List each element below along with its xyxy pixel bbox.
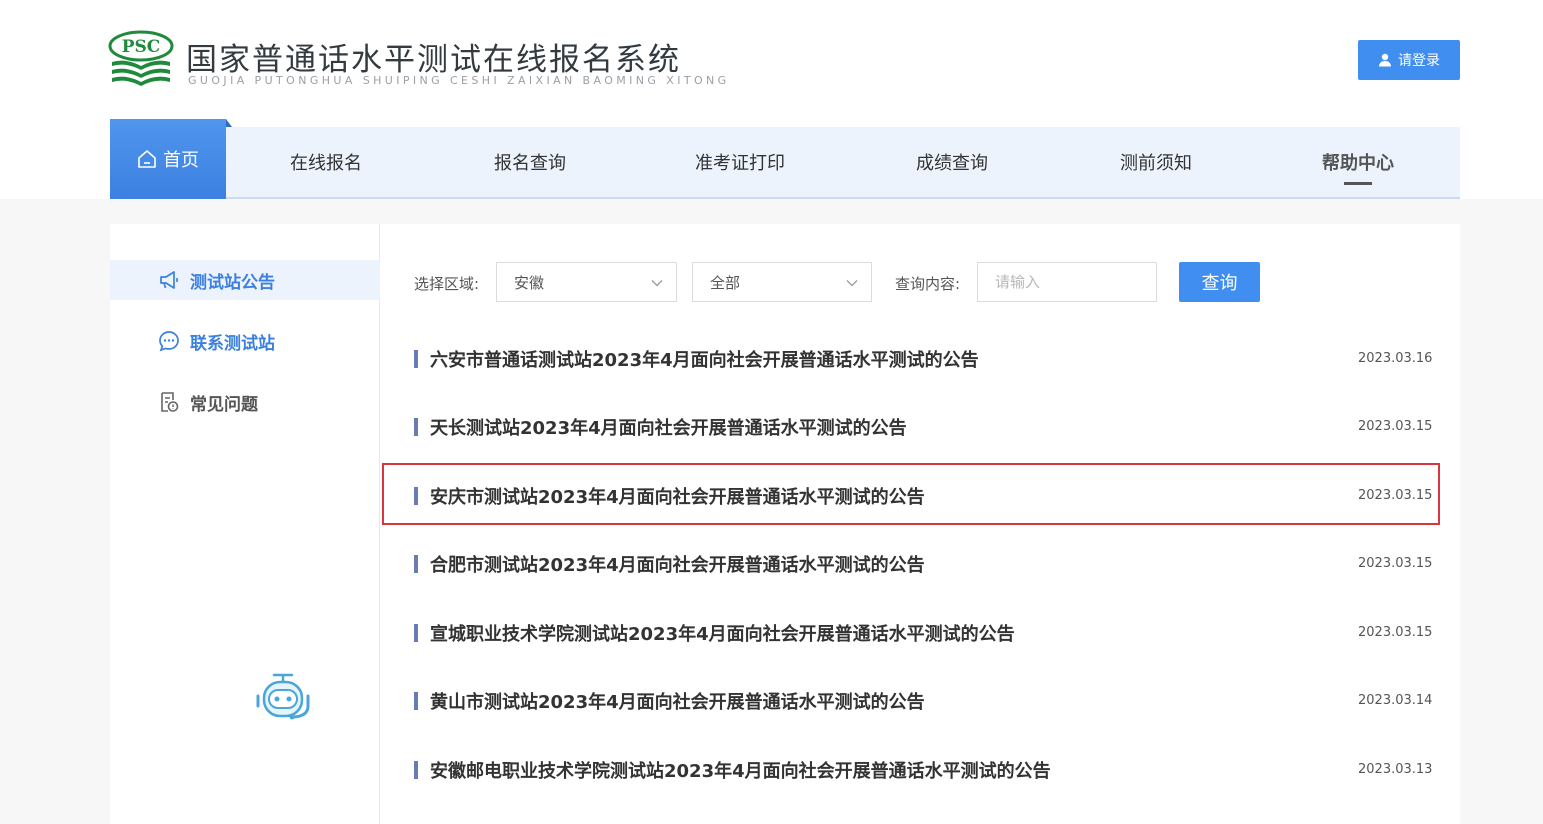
notice-title[interactable]: 安徽邮电职业技术学院测试站2023年4月面向社会开展普通话水平测试的公告 [430, 757, 1051, 783]
nav-test-notice[interactable]: 测前须知 [1100, 127, 1212, 197]
notice-title[interactable]: 六安市普通话测试站2023年4月面向社会开展普通话水平测试的公告 [430, 346, 979, 372]
filter-bar: 选择区域: 安徽 全部 查询内容: 查询 [414, 262, 1314, 304]
nav-registration-query[interactable]: 报名查询 [474, 127, 586, 197]
notice-row[interactable]: 宣城职业技术学院测试站2023年4月面向社会开展普通话水平测试的公告 2023.… [382, 600, 1440, 662]
row-marker [414, 350, 418, 368]
sidebar-item-label: 测试站公告 [190, 272, 275, 293]
notice-date: 2023.03.15 [1358, 625, 1433, 640]
row-marker [414, 418, 418, 436]
notice-date: 2023.03.16 [1358, 351, 1433, 366]
chevron-down-icon [846, 280, 858, 287]
active-underline [1344, 182, 1372, 185]
nav-admission-ticket[interactable]: 准考证打印 [680, 127, 800, 197]
notice-title[interactable]: 黄山市测试站2023年4月面向社会开展普通话水平测试的公告 [430, 688, 925, 714]
row-marker [414, 624, 418, 642]
notice-date: 2023.03.15 [1358, 556, 1433, 571]
chat-icon [159, 331, 179, 352]
notice-row[interactable]: 黄山市测试站2023年4月面向社会开展普通话水平测试的公告 2023.03.14 [382, 668, 1440, 730]
nav-online-registration[interactable]: 在线报名 [270, 127, 382, 197]
notice-row[interactable]: 安徽邮电职业技术学院测试站2023年4月面向社会开展普通话水平测试的公告 202… [382, 737, 1440, 799]
row-marker [414, 555, 418, 573]
query-label: 查询内容: [895, 275, 961, 293]
notice-date: 2023.03.15 [1358, 419, 1433, 434]
notice-title[interactable]: 宣城职业技术学院测试站2023年4月面向社会开展普通话水平测试的公告 [430, 620, 1015, 646]
user-icon [1379, 53, 1391, 67]
main-nav: 首页 在线报名 报名查询 准考证打印 成绩查询 测前须知 帮助中心 [110, 119, 1460, 199]
notice-date: 2023.03.14 [1358, 693, 1433, 708]
psc-logo-icon: PSC [108, 30, 174, 86]
sidebar-item-label: 常见问题 [190, 394, 258, 415]
nav-help-center-label: 帮助中心 [1322, 153, 1394, 174]
faq-document-icon [161, 392, 179, 412]
home-icon [138, 150, 156, 168]
chevron-down-icon [651, 280, 663, 287]
query-input[interactable] [977, 262, 1157, 302]
search-button[interactable]: 查询 [1179, 262, 1260, 302]
row-marker [414, 487, 418, 505]
type-select[interactable]: 全部 [692, 262, 872, 302]
notice-row[interactable]: 合肥市测试站2023年4月面向社会开展普通话水平测试的公告 2023.03.15 [382, 531, 1440, 593]
login-button[interactable]: 请登录 [1358, 40, 1460, 80]
megaphone-icon [160, 271, 178, 289]
nav-home-label: 首页 [163, 150, 199, 171]
notice-title[interactable]: 安庆市测试站2023年4月面向社会开展普通话水平测试的公告 [430, 483, 925, 509]
site-logo[interactable]: PSC 国家普通话水平测试在线报名系统 GUOJIA PUTONGHUA SHU… [108, 28, 726, 94]
row-marker [414, 692, 418, 710]
region-select[interactable]: 安徽 [496, 262, 677, 302]
region-select-value: 安徽 [514, 273, 545, 292]
nav-help-center[interactable]: 帮助中心 [1302, 127, 1414, 197]
notice-title[interactable]: 天长测试站2023年4月面向社会开展普通话水平测试的公告 [430, 414, 907, 440]
notice-row[interactable]: 六安市普通话测试站2023年4月面向社会开展普通话水平测试的公告 2023.03… [382, 326, 1440, 388]
notice-title[interactable]: 合肥市测试站2023年4月面向社会开展普通话水平测试的公告 [430, 551, 925, 577]
nav-score-query[interactable]: 成绩查询 [896, 127, 1008, 197]
sidebar-item-faq[interactable]: 常见问题 [110, 382, 380, 422]
notice-row-highlighted[interactable]: 安庆市测试站2023年4月面向社会开展普通话水平测试的公告 2023.03.15 [382, 463, 1440, 525]
sidebar-item-announcements[interactable]: 测试站公告 [110, 260, 380, 300]
region-label: 选择区域: [414, 275, 480, 293]
notice-date: 2023.03.15 [1358, 488, 1433, 503]
site-title: 国家普通话水平测试在线报名系统 [186, 42, 681, 78]
site-subtitle: GUOJIA PUTONGHUA SHUIPING CESHI ZAIXIAN … [188, 74, 730, 87]
sidebar-item-label: 联系测试站 [190, 333, 275, 354]
logo-text: PSC [122, 37, 161, 57]
sidebar: 测试站公告 联系测试站 常见问题 [110, 224, 380, 824]
sidebar-item-contact[interactable]: 联系测试站 [110, 321, 380, 361]
row-marker [414, 761, 418, 779]
notice-row[interactable]: 天长测试站2023年4月面向社会开展普通话水平测试的公告 2023.03.15 [382, 394, 1440, 456]
nav-home[interactable]: 首页 [110, 119, 232, 199]
login-label: 请登录 [1398, 53, 1440, 69]
content-panel: 测试站公告 联系测试站 常见问题 选择区域: 安徽 全部 查询内容: 请输入 查… [110, 224, 1460, 824]
type-select-value: 全部 [710, 273, 741, 292]
site-header: PSC 国家普通话水平测试在线报名系统 GUOJIA PUTONGHUA SHU… [0, 0, 1543, 199]
notice-date: 2023.03.13 [1358, 762, 1433, 777]
customer-service-robot-icon[interactable] [252, 670, 314, 724]
